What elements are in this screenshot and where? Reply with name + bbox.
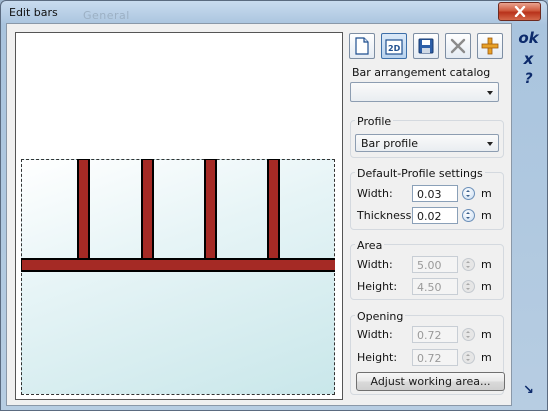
catalog-dropdown[interactable] (350, 82, 499, 102)
area-height-label: Height: (357, 280, 398, 293)
opening-width-unit: m (481, 328, 492, 341)
save-button[interactable] (413, 33, 439, 59)
profile-width-unit: m (481, 187, 492, 200)
svg-text:2D: 2D (388, 44, 401, 53)
profile-width-label: Width: (357, 187, 393, 200)
help-button[interactable]: ? (510, 71, 547, 87)
opening-height-unit: m (481, 351, 492, 364)
delete-button[interactable] (445, 33, 471, 59)
working-area-frame (21, 159, 335, 395)
save-icon (418, 38, 434, 54)
area-height-input: 4.50 (412, 278, 458, 295)
opening-width-label: Width: (357, 328, 393, 341)
area-height-unit: m (481, 280, 492, 293)
area-width-input: 5.00 (412, 256, 458, 273)
opening-group-title: Opening (355, 310, 406, 323)
bar-drawing (21, 159, 335, 272)
profile-dropdown[interactable]: Bar profile (355, 134, 499, 152)
profile-thickness-spinner[interactable] (462, 209, 475, 222)
add-bar-icon (481, 37, 499, 55)
opening-width-spinner (462, 328, 475, 341)
area-width-label: Width: (357, 258, 393, 271)
opening-height-input: 0.72 (412, 349, 458, 366)
vertical-bar-2 (141, 159, 154, 272)
profile-group-title: Profile (355, 115, 394, 128)
edit-bars-window: Edit bars General 2D Bar arrangement cat… (0, 0, 548, 411)
ok-button[interactable]: ok (510, 29, 547, 47)
profile-width-spinner[interactable] (462, 187, 475, 200)
new-document-icon (355, 37, 369, 55)
opening-width-input: 0.72 (412, 326, 458, 343)
vertical-bar-3 (204, 159, 217, 272)
profile-thickness-label: Thickness: (357, 209, 416, 222)
area-group-title: Area (355, 239, 385, 252)
vertical-bar-4 (267, 159, 280, 272)
close-icon (514, 6, 525, 17)
chevron-down-icon (487, 91, 493, 95)
horizontal-bar (21, 258, 335, 272)
area-width-unit: m (481, 258, 492, 271)
cancel-button[interactable]: x (510, 50, 547, 68)
title-bar[interactable]: Edit bars General (1, 1, 547, 23)
delete-icon (450, 38, 466, 54)
window-title: Edit bars (9, 6, 58, 19)
close-window-button[interactable] (498, 2, 541, 21)
dialog-client-area: 2D Bar arrangement catalog Profile Bar p… (6, 23, 512, 406)
new-button[interactable] (349, 33, 375, 59)
profile-thickness-unit: m (481, 209, 492, 222)
catalog-label: Bar arrangement catalog (352, 66, 491, 79)
resize-grip-icon[interactable]: ↘ (510, 383, 547, 398)
background-window-label: General (83, 9, 130, 22)
area-height-spinner (462, 280, 475, 293)
profile-thickness-input[interactable]: 0.02 (412, 207, 458, 224)
chevron-down-icon (487, 142, 493, 146)
profile-width-input[interactable]: 0.03 (412, 185, 458, 202)
add-bar-button[interactable] (477, 33, 503, 59)
opening-height-spinner (462, 351, 475, 364)
vertical-bar-1 (77, 159, 90, 272)
2d-view-button[interactable]: 2D (381, 33, 407, 59)
adjust-working-area-button[interactable]: Adjust working area... (356, 372, 505, 391)
area-width-spinner (462, 258, 475, 271)
command-panel: ok x ? ↘ (510, 23, 547, 408)
2d-view-icon: 2D (385, 39, 403, 55)
profile-selected-value: Bar profile (361, 137, 419, 150)
opening-height-label: Height: (357, 351, 398, 364)
default-profile-group-title: Default-Profile settings (355, 167, 485, 180)
bar-preview-canvas[interactable] (15, 32, 343, 400)
